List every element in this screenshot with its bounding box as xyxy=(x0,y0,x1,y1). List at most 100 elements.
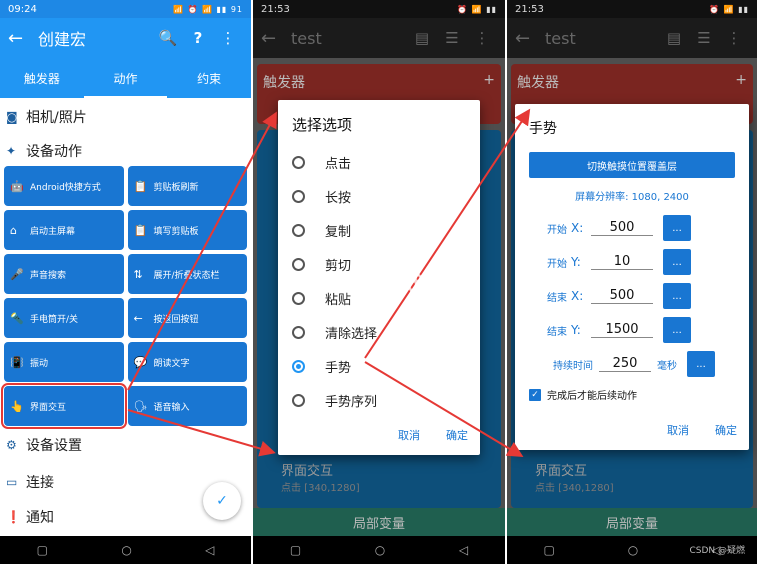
status-bar: 21:53 ⏰ 📶 ▮▮ xyxy=(253,0,505,18)
list-icon[interactable]: ☰ xyxy=(437,29,467,47)
screen-resolution: 屏幕分辨率: 1080, 2400 xyxy=(575,192,689,203)
radio-icon[interactable] xyxy=(292,189,305,203)
document-icon[interactable]: ▤ xyxy=(659,29,689,47)
action-11[interactable]: 🗣 语音输入 xyxy=(127,386,247,426)
cancel-button[interactable]: 取消 xyxy=(398,427,420,443)
coordinate-picker-button[interactable]: ... xyxy=(663,317,691,343)
back-arrow-icon[interactable]: ← xyxy=(515,28,545,49)
radio-icon[interactable] xyxy=(292,291,305,305)
action-label: 振动 xyxy=(30,358,49,369)
ok-button[interactable]: 确定 xyxy=(715,422,737,438)
search-icon[interactable]: 🔍 xyxy=(153,29,183,47)
action-8[interactable]: 📳 振动 xyxy=(4,342,124,382)
more-options-icon[interactable]: ⋮ xyxy=(467,29,497,47)
option-item[interactable]: 手势序列 xyxy=(292,383,466,417)
action-2[interactable]: ⌂ 启动主屏幕 xyxy=(4,210,124,250)
tab-actions[interactable]: 动作 xyxy=(83,58,168,98)
option-item[interactable]: 清除选择 xyxy=(292,315,466,349)
action-label: 手电筒开/关 xyxy=(30,314,79,325)
recents-icon[interactable]: ▢ xyxy=(290,543,301,557)
radio-icon[interactable] xyxy=(292,155,305,169)
cancel-button[interactable]: 取消 xyxy=(667,422,689,438)
toggle-overlay-button[interactable]: 切换触摸位置覆盖层 xyxy=(529,152,735,178)
macro-name[interactable]: test xyxy=(545,29,659,48)
tab-bar: 触发器 动作 约束 xyxy=(0,58,251,98)
radio-icon[interactable] xyxy=(292,325,305,339)
coordinate-input[interactable]: 10 xyxy=(591,254,653,270)
add-icon[interactable]: + xyxy=(483,72,495,116)
macro-create-screen: 09:24 📶 ⏰ 📶 ▮▮ 91 ← 创建宏 🔍 ? ⋮ 触发器 动作 约束 … xyxy=(0,0,251,564)
action-3[interactable]: 📋 填写剪贴板 xyxy=(127,210,247,250)
action-icon: ⌂ xyxy=(10,223,17,237)
duration-picker-button[interactable]: ... xyxy=(687,351,715,377)
section-device-settings[interactable]: ⚙ 设备设置 xyxy=(0,426,251,464)
local-variables-bar[interactable]: 局部变量 xyxy=(253,508,505,536)
list-icon[interactable]: ☰ xyxy=(689,29,719,47)
duration-input[interactable]: 250 xyxy=(599,356,651,372)
coordinate-picker-button[interactable]: ... xyxy=(663,215,691,241)
back-arrow-icon[interactable]: ← xyxy=(8,28,38,49)
tab-constraints[interactable]: 约束 xyxy=(167,58,251,98)
action-icon: ← xyxy=(133,311,143,325)
watermark: K73 游戏之家 xyxy=(320,274,472,299)
action-label: Android快捷方式 xyxy=(30,182,101,193)
magic-wand-icon: ✦ xyxy=(6,144,17,158)
home-icon[interactable]: ○ xyxy=(375,543,385,557)
app-bar: ← test ▤ ☰ ⋮ xyxy=(253,18,505,58)
document-icon[interactable]: ▤ xyxy=(407,29,437,47)
action-7[interactable]: ← 按返回按钮 xyxy=(127,298,247,338)
radio-icon[interactable] xyxy=(292,257,305,271)
gesture-dialog: 手势 切换触摸位置覆盖层 屏幕分辨率: 1080, 2400 开始 X: 500..… xyxy=(515,104,749,450)
coordinate-picker-button[interactable]: ... xyxy=(663,283,691,309)
radio-icon[interactable] xyxy=(292,223,305,237)
section-camera[interactable]: ◙ 相机/照片 xyxy=(0,98,251,136)
confirm-fab[interactable]: ✓ xyxy=(203,482,241,520)
more-options-icon[interactable]: ⋮ xyxy=(719,29,749,47)
action-0[interactable]: 🤖 Android快捷方式 xyxy=(4,166,124,206)
dialog-buttons: 取消 确定 xyxy=(667,422,737,438)
radio-icon[interactable] xyxy=(292,393,305,407)
action-10[interactable]: 👆 界面交互 xyxy=(1,383,127,429)
ok-button[interactable]: 确定 xyxy=(446,427,468,443)
action-1[interactable]: 📋 剪贴板刷新 xyxy=(127,166,247,206)
option-item[interactable]: 复制 xyxy=(292,213,466,247)
coordinate-picker-button[interactable]: ... xyxy=(663,249,691,275)
checkbox-checked-icon: ✓ xyxy=(529,388,541,401)
coordinate-label: 结束 xyxy=(547,326,567,338)
back-icon[interactable]: ◁ xyxy=(205,543,214,557)
section-label: 设备动作 xyxy=(26,144,82,160)
home-icon[interactable]: ○ xyxy=(628,543,638,557)
axis-label: X: xyxy=(571,289,584,303)
back-arrow-icon[interactable]: ← xyxy=(261,28,291,49)
action-icon: 📋 xyxy=(133,179,148,193)
recents-icon[interactable]: ▢ xyxy=(543,543,554,557)
action-5[interactable]: ⇅ 展开/折叠状态栏 xyxy=(127,254,247,294)
coordinate-input[interactable]: 1500 xyxy=(591,322,653,338)
option-item[interactable]: 点击 xyxy=(292,145,466,179)
help-icon[interactable]: ? xyxy=(183,29,213,47)
option-item[interactable]: 手势 xyxy=(292,349,466,383)
action-9[interactable]: 💬 朗读文字 xyxy=(127,342,247,382)
recents-icon[interactable]: ▢ xyxy=(37,543,48,557)
local-variables-bar[interactable]: 局部变量 xyxy=(507,508,757,536)
wait-complete-checkbox[interactable]: ✓ 完成后才能后续动作 xyxy=(529,387,735,402)
coordinate-label: 开始 xyxy=(547,224,567,236)
action-4[interactable]: 🎤 声音搜索 xyxy=(4,254,124,294)
gesture-dialog-screen: 21:53 ⏰ 📶 ▮▮ ← test ▤ ☰ ⋮ 触发器 + 界面交互 点击 … xyxy=(507,0,757,564)
option-item[interactable]: 长按 xyxy=(292,179,466,213)
section-device-actions[interactable]: ✦ 设备动作 xyxy=(0,136,251,166)
option-label: 长按 xyxy=(325,190,352,206)
camera-icon: ◙ xyxy=(6,110,18,124)
back-icon[interactable]: ◁ xyxy=(459,543,468,557)
home-icon[interactable]: ○ xyxy=(121,543,131,557)
more-options-icon[interactable]: ⋮ xyxy=(213,29,243,47)
coordinate-input[interactable]: 500 xyxy=(591,288,653,304)
action-label: 剪贴板刷新 xyxy=(153,182,199,193)
option-label: 手势序列 xyxy=(325,394,378,410)
macro-name[interactable]: test xyxy=(291,29,407,48)
coordinate-input[interactable]: 500 xyxy=(591,220,653,236)
action-6[interactable]: 🔦 手电筒开/关 xyxy=(4,298,124,338)
status-bar: 09:24 📶 ⏰ 📶 ▮▮ 91 xyxy=(0,0,251,18)
tab-triggers[interactable]: 触发器 xyxy=(0,58,84,98)
radio-icon[interactable] xyxy=(292,359,305,373)
